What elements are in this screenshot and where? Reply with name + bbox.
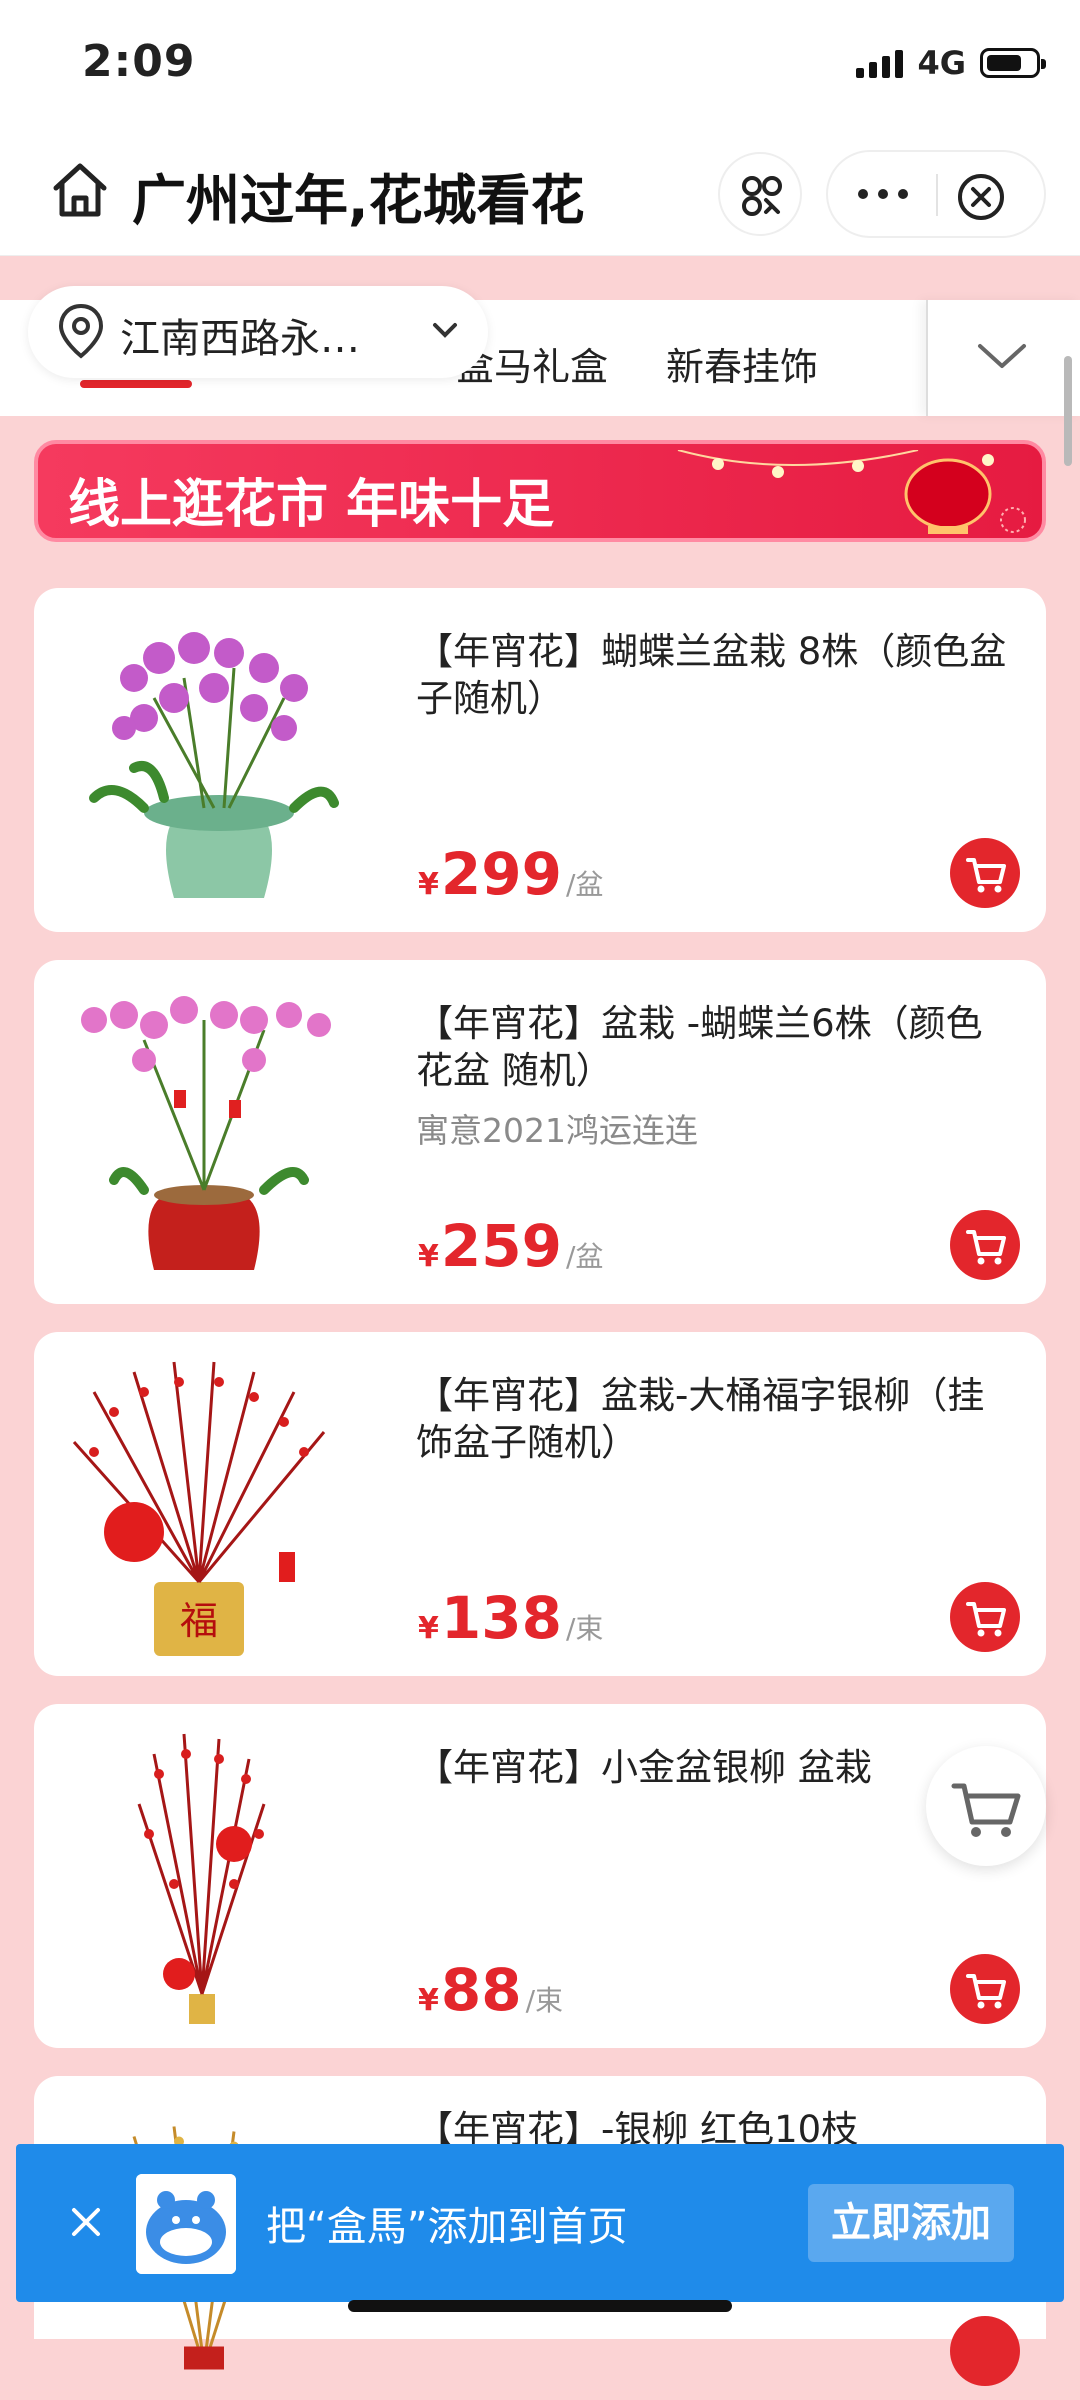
tab-active-indicator: [80, 380, 192, 388]
product-price: ¥ 299 /盆: [418, 840, 604, 908]
product-subtitle: 寓意2021鸿运连连: [416, 1111, 698, 1150]
close-icon[interactable]: [56, 2192, 116, 2252]
add-to-home-banner: 把“盒馬”添加到首页 立即添加: [16, 2144, 1064, 2302]
cart-icon: [966, 858, 1006, 893]
banner-text: 线上逛花市 年味十足: [68, 475, 555, 535]
add-to-cart-button[interactable]: [950, 1582, 1020, 1652]
product-title: 【年宵花】盆栽 -蝴蝶兰6株（颜色 花盆 随机）: [416, 1002, 983, 1092]
home-icon[interactable]: [48, 158, 112, 222]
product-price: ¥ 259 /盆: [418, 1212, 604, 1280]
status-bar: 2:09 4G: [0, 0, 1080, 130]
add-to-cart-button[interactable]: [950, 838, 1020, 908]
chevron-down-icon: [433, 323, 457, 338]
status-time: 2:09: [82, 36, 196, 87]
network-type: 4G: [917, 44, 966, 82]
location-pin-icon: [58, 303, 104, 359]
location-selector[interactable]: 江南西路永…: [28, 286, 488, 378]
product-card[interactable]: 福 【年宵花】盆栽-大桶福字银柳（挂饰盆子随机） ¥ 138 /束: [34, 1332, 1046, 1676]
hema-logo: [136, 2174, 236, 2274]
scan-icon: [742, 176, 782, 216]
expand-tabs-button[interactable]: [926, 300, 1080, 416]
willow-barrel-image: 福: [72, 1361, 326, 1656]
product-card[interactable]: 【年宵花】小金盆银柳 盆栽 ¥ 88 /束: [34, 1704, 1046, 2048]
product-card[interactable]: 【年宵花】蝴蝶兰盆栽 8株（颜色盆子随机） ¥ 299 /盆: [34, 588, 1046, 932]
cart-icon: [966, 1974, 1006, 2009]
add-to-home-text: 把“盒馬”添加到首页: [266, 2204, 628, 2250]
scan-button[interactable]: [718, 152, 802, 236]
cart-icon: [966, 1230, 1006, 1265]
product-price: ¥ 88 /束: [418, 1956, 564, 2024]
product-title: 【年宵花】蝴蝶兰盆栽 8株（颜色盆子随机）: [416, 630, 1007, 720]
nav-bar: 广州过年,花城看花: [0, 130, 1080, 256]
orchid-6-image: [81, 996, 331, 1270]
home-indicator: [348, 2300, 732, 2312]
battery-icon: [980, 48, 1046, 78]
status-indicators: 4G: [856, 44, 1046, 82]
cart-icon: [951, 1783, 1021, 1837]
cart-icon: [966, 1602, 1006, 1637]
orchid-8-image: [89, 632, 339, 898]
promo-banner[interactable]: 线上逛花市 年味十足: [34, 440, 1046, 542]
floating-cart-button[interactable]: [926, 1746, 1046, 1866]
more-icon[interactable]: [848, 174, 918, 214]
product-card[interactable]: 【年宵花】盆栽 -蝴蝶兰6株（颜色 花盆 随机） 寓意2021鸿运连连 ¥ 25…: [34, 960, 1046, 1304]
lantern-decoration-icon: [677, 450, 1026, 534]
willow-gold-pot-image: [137, 1733, 266, 2024]
add-to-cart-button[interactable]: [950, 1210, 1020, 1280]
svg-text:福: 福: [180, 1599, 218, 1643]
chevron-down-icon: [978, 344, 1026, 368]
signal-icon: [856, 48, 904, 78]
add-now-button[interactable]: 立即添加: [808, 2184, 1014, 2262]
product-price: ¥ 138 /束: [418, 1584, 604, 1652]
capsule-menu: [826, 150, 1046, 238]
tab-new-year-ornaments[interactable]: 新春挂饰: [666, 336, 818, 391]
location-text: 江南西路永…: [120, 316, 360, 362]
close-icon[interactable]: [956, 172, 1006, 222]
page-title: 广州过年,花城看花: [132, 169, 585, 232]
add-to-cart-button[interactable]: [950, 1954, 1020, 2024]
scrollbar[interactable]: [1064, 356, 1072, 466]
product-title: 【年宵花】盆栽-大桶福字银柳（挂饰盆子随机）: [416, 1374, 985, 1464]
add-to-cart-button[interactable]: [950, 2316, 1020, 2386]
